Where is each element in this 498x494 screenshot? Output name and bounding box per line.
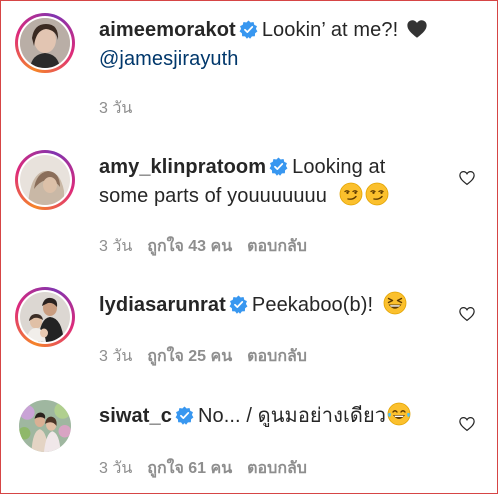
face-with-tears-of-joy-icon [387, 402, 411, 426]
comment-text-block: siwat_c No... / ดูนมอย่างเดียว [99, 402, 469, 431]
verified-badge-icon [175, 406, 194, 425]
comment-text-line1: Looking at [292, 156, 386, 178]
like-heart-icon[interactable] [458, 169, 476, 187]
avatar-photo [20, 18, 70, 68]
comment-time[interactable]: 3 วัน [99, 238, 132, 255]
avatar[interactable] [15, 287, 75, 347]
username[interactable]: siwat_c [99, 405, 172, 427]
like-heart-icon[interactable] [458, 415, 476, 433]
reply-button[interactable]: ตอบกลับ [247, 348, 307, 365]
comment-text-block: aimeemorakot Lookin’ at me?! @jamesjirayu… [99, 16, 469, 74]
comment-text: Peekaboo(b)! [251, 294, 374, 316]
comment-text: No... / ดูนมอย่างเดียว [197, 405, 387, 427]
comment-time[interactable]: 3 วัน [99, 100, 132, 117]
username[interactable]: lydiasarunrat [99, 294, 226, 316]
reply-button[interactable]: ตอบกลับ [247, 460, 307, 477]
comment-meta: 3 วัน ถูกใจ 43 คน ตอบกลับ [99, 234, 322, 259]
likes-count[interactable]: ถูกใจ 61 คน [147, 460, 232, 477]
avatar[interactable] [19, 400, 71, 452]
username[interactable]: aimeemorakot [99, 19, 236, 41]
comment-meta: 3 วัน ถูกใจ 61 คน ตอบกลับ [99, 456, 322, 481]
avatar-photo [19, 400, 71, 452]
comment-time[interactable]: 3 วัน [99, 348, 132, 365]
smirking-face-icon [339, 182, 363, 206]
comment-text-block: amy_klinpratoom Looking at some parts of … [99, 153, 469, 211]
comment-meta: 3 วัน ถูกใจ 25 คน ตอบกลับ [99, 344, 322, 369]
mention-link[interactable]: @jamesjirayuth [99, 48, 239, 70]
avatar-photo [20, 292, 70, 342]
avatar[interactable] [15, 13, 75, 73]
likes-count[interactable]: ถูกใจ 43 คน [147, 238, 232, 255]
comment-lydiasarunrat: lydiasarunrat Peekaboo(b)! 3 วัน ถูกใจ 25 … [1, 274, 497, 386]
comment-text-line2: some parts of youuuuuuu [99, 185, 328, 207]
smirking-face-icon [365, 182, 389, 206]
reply-button[interactable]: ตอบกลับ [247, 238, 307, 255]
avatar[interactable] [15, 150, 75, 210]
username[interactable]: amy_klinpratoom [99, 156, 266, 178]
likes-count[interactable]: ถูกใจ 25 คน [147, 348, 232, 365]
comment-text: Lookin’ at me?! [261, 19, 399, 41]
black-heart-icon [406, 18, 428, 40]
comment-meta: 3 วัน [99, 96, 147, 121]
comment-amy-klinpratoom: amy_klinpratoom Looking at some parts of … [1, 139, 497, 274]
verified-badge-icon [229, 295, 248, 314]
comment-siwat-c: siwat_c No... / ดูนมอย่างเดียว 3 วัน ถูกใจ… [1, 386, 497, 493]
like-heart-icon[interactable] [458, 305, 476, 323]
comment-text-block: lydiasarunrat Peekaboo(b)! [99, 291, 469, 320]
avatar-photo [20, 155, 70, 205]
comment-aimeemorakot: aimeemorakot Lookin’ at me?! @jamesjirayu… [1, 1, 497, 136]
grinning-squinting-face-icon [383, 291, 407, 315]
comment-time[interactable]: 3 วัน [99, 460, 132, 477]
verified-badge-icon [269, 157, 288, 176]
verified-badge-icon [239, 20, 258, 39]
